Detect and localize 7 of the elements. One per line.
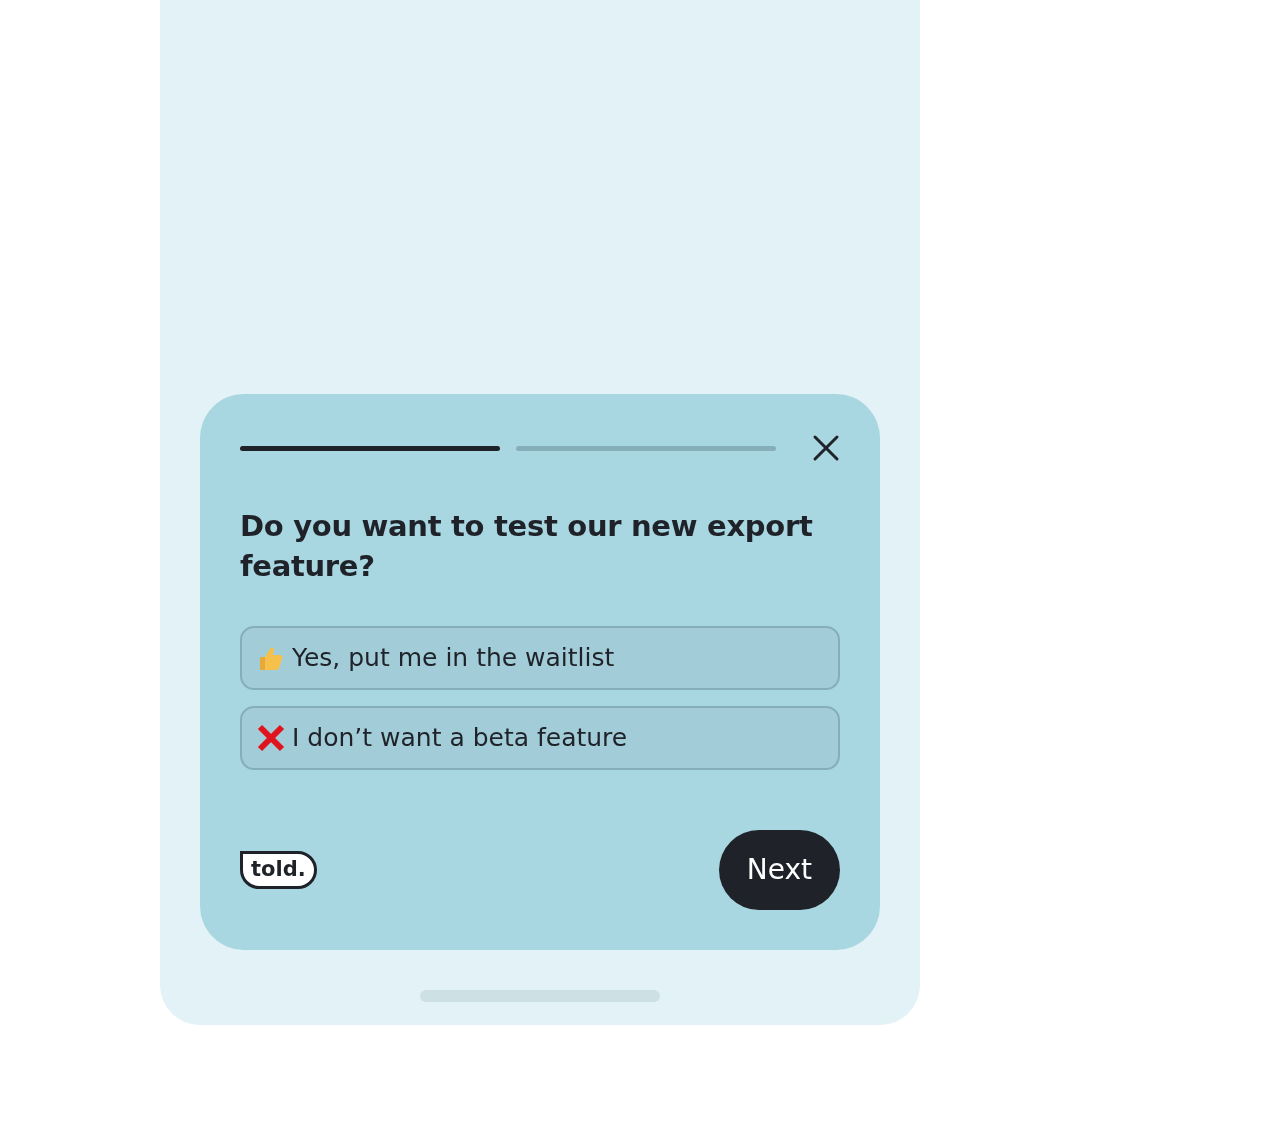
- logo: told.: [240, 851, 317, 889]
- answer-option[interactable]: Yes, put me in the waitlist: [240, 626, 840, 690]
- cross-icon: [256, 723, 286, 753]
- close-icon[interactable]: [812, 434, 840, 462]
- next-button[interactable]: Next: [718, 830, 840, 910]
- question-text: Do you want to test our new export feature?: [240, 508, 814, 585]
- answer-option[interactable]: I don’t want a beta feature: [240, 706, 840, 770]
